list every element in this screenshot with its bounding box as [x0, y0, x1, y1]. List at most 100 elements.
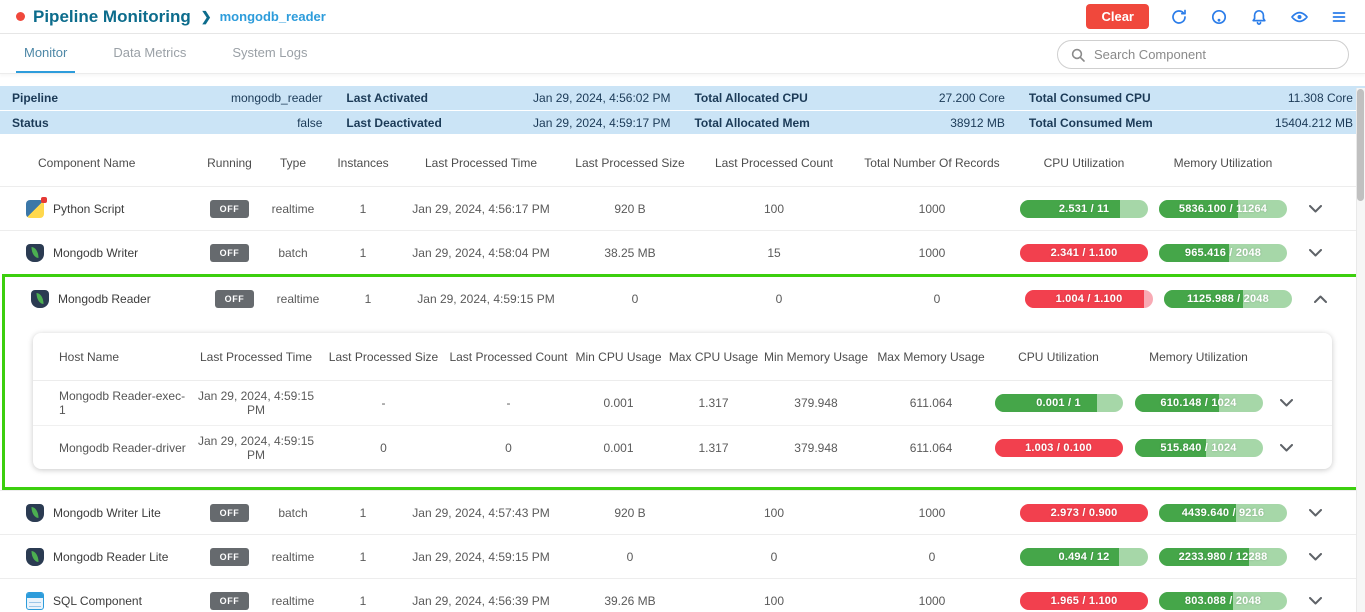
component-name: Python Script: [53, 202, 124, 216]
clear-button[interactable]: Clear: [1086, 4, 1149, 29]
max-memory-usage: 611.064: [871, 441, 991, 455]
badge-text: 2.973 / 0.900: [1020, 504, 1148, 522]
component-table: Component Name Running Type Instances La…: [0, 140, 1365, 612]
table-row[interactable]: Mongodb Reader Lite OFF realtime 1 Jan 2…: [0, 534, 1365, 578]
instances: 1: [324, 550, 402, 564]
summary-label: Last Activated: [346, 91, 428, 105]
mongodb-icon: [26, 244, 44, 262]
last-processed-size: 0: [321, 441, 446, 455]
last-processed-time: Jan 29, 2024, 4:56:17 PM: [402, 202, 560, 216]
max-cpu-usage: 1.317: [666, 441, 761, 455]
running-toggle[interactable]: OFF: [215, 290, 255, 308]
badge-text: 0.001 / 1: [995, 394, 1123, 412]
search-box[interactable]: [1057, 40, 1349, 69]
summary-label: Last Deactivated: [346, 116, 441, 130]
badge-text: 515.840 / 1024: [1135, 439, 1263, 457]
running-toggle[interactable]: OFF: [210, 548, 250, 566]
component-name: Mongodb Reader Lite: [53, 550, 168, 564]
last-processed-time: Jan 29, 2024, 4:58:04 PM: [402, 246, 560, 260]
summary-label: Pipeline: [12, 91, 58, 105]
instances: 1: [324, 202, 402, 216]
expand-chevron-icon[interactable]: [1305, 593, 1326, 609]
running-toggle[interactable]: OFF: [210, 592, 250, 610]
menu-icon[interactable]: [1329, 7, 1349, 27]
max-memory-usage: 611.064: [871, 396, 991, 410]
memory-utilization-badge: 5836.100 / 11264: [1159, 200, 1287, 218]
col-last-processed-size: Last Processed Size: [560, 156, 700, 170]
badge-text: 2.341 / 1.100: [1020, 244, 1148, 262]
summary-value: mongodb_reader: [231, 91, 322, 105]
table-row[interactable]: Mongodb Writer Lite OFF batch 1 Jan 29, …: [0, 490, 1365, 534]
last-processed-count: 15: [700, 246, 848, 260]
summary-total-allocated-mem: Total Allocated Mem 38912 MB: [682, 111, 1016, 134]
tab-monitor[interactable]: Monitor: [16, 34, 75, 73]
pipeline-summary: Pipeline mongodb_reader Last Activated J…: [0, 86, 1365, 134]
expand-chevron-icon[interactable]: [1305, 549, 1326, 565]
instances: 1: [324, 246, 402, 260]
host-row[interactable]: Mongodb Reader-driver Jan 29, 2024, 4:59…: [33, 425, 1332, 469]
expand-chevron-icon[interactable]: [1276, 440, 1297, 456]
history-icon[interactable]: [1209, 7, 1229, 27]
summary-value: 15404.212 MB: [1275, 116, 1353, 130]
last-processed-time: Jan 29, 2024, 4:59:15 PM: [407, 292, 565, 306]
mongodb-icon: [31, 290, 49, 308]
col-cpu-utilization: CPU Utilization: [991, 350, 1126, 364]
col-max-mem: Max Memory Usage: [871, 350, 991, 364]
table-row[interactable]: SQL Component OFF realtime 1 Jan 29, 202…: [0, 578, 1365, 612]
bell-icon[interactable]: [1249, 7, 1269, 27]
col-last-processed-time: Last Processed Time: [402, 156, 560, 170]
mongodb-icon: [26, 504, 44, 522]
summary-value: Jan 29, 2024, 4:59:17 PM: [533, 116, 670, 130]
summary-label: Status: [12, 116, 49, 130]
summary-pipeline: Pipeline mongodb_reader: [0, 86, 334, 110]
tab-data-metrics[interactable]: Data Metrics: [105, 34, 194, 73]
badge-text: 4439.640 / 9216: [1159, 504, 1287, 522]
col-running: Running: [197, 156, 262, 170]
collapse-chevron-icon[interactable]: [1310, 291, 1331, 307]
running-toggle[interactable]: OFF: [210, 244, 250, 262]
memory-utilization-badge: 515.840 / 1024: [1135, 439, 1263, 457]
col-memory-utilization: Memory Utilization: [1152, 156, 1294, 170]
status-dot: [16, 12, 25, 21]
expand-chevron-icon[interactable]: [1276, 395, 1297, 411]
summary-status: Status false: [0, 111, 334, 134]
running-toggle[interactable]: OFF: [210, 200, 250, 218]
badge-text: 1.003 / 0.100: [995, 439, 1123, 457]
running-toggle[interactable]: OFF: [210, 504, 250, 522]
last-processed-time: Jan 29, 2024, 4:59:15 PM: [191, 434, 321, 462]
cpu-utilization-badge: 1.003 / 0.100: [995, 439, 1123, 457]
summary-label: Total Consumed Mem: [1029, 116, 1153, 130]
refresh-icon[interactable]: [1169, 7, 1189, 27]
summary-row: Status false Last Deactivated Jan 29, 20…: [0, 110, 1365, 134]
expand-chevron-icon[interactable]: [1305, 245, 1326, 261]
memory-utilization-badge: 965.416 / 2048: [1159, 244, 1287, 262]
expand-chevron-icon[interactable]: [1305, 505, 1326, 521]
search-input[interactable]: [1094, 47, 1336, 62]
table-row[interactable]: Python Script OFF realtime 1 Jan 29, 202…: [0, 186, 1365, 230]
last-processed-size: 39.26 MB: [560, 594, 700, 608]
component-type: realtime: [262, 550, 324, 564]
component-type: batch: [262, 246, 324, 260]
table-row[interactable]: Mongodb Reader OFF realtime 1 Jan 29, 20…: [5, 277, 1360, 321]
badge-text: 965.416 / 2048: [1159, 244, 1287, 262]
cpu-utilization-badge: 1.004 / 1.100: [1025, 290, 1153, 308]
expand-chevron-icon[interactable]: [1305, 201, 1326, 217]
scrollbar-thumb[interactable]: [1357, 89, 1364, 201]
table-row[interactable]: Mongodb Writer OFF batch 1 Jan 29, 2024,…: [0, 230, 1365, 274]
top-bar: Pipeline Monitoring ❯ mongodb_reader Cle…: [0, 0, 1365, 34]
col-memory-utilization: Memory Utilization: [1126, 350, 1271, 364]
cpu-utilization-badge: 2.531 / 11: [1020, 200, 1148, 218]
host-row[interactable]: Mongodb Reader-exec-1 Jan 29, 2024, 4:59…: [33, 381, 1332, 425]
last-processed-size: 920 B: [560, 202, 700, 216]
vertical-scrollbar[interactable]: [1356, 88, 1365, 612]
last-processed-count: 100: [700, 506, 848, 520]
component-type: batch: [262, 506, 324, 520]
tab-system-logs[interactable]: System Logs: [224, 34, 315, 73]
last-processed-size: -: [321, 396, 446, 410]
last-processed-size: 0: [560, 550, 700, 564]
instances: 1: [324, 506, 402, 520]
total-records: 0: [853, 292, 1021, 306]
breadcrumb-separator: ❯: [201, 9, 212, 25]
eye-icon[interactable]: [1289, 7, 1309, 27]
breadcrumb[interactable]: mongodb_reader: [220, 9, 326, 24]
